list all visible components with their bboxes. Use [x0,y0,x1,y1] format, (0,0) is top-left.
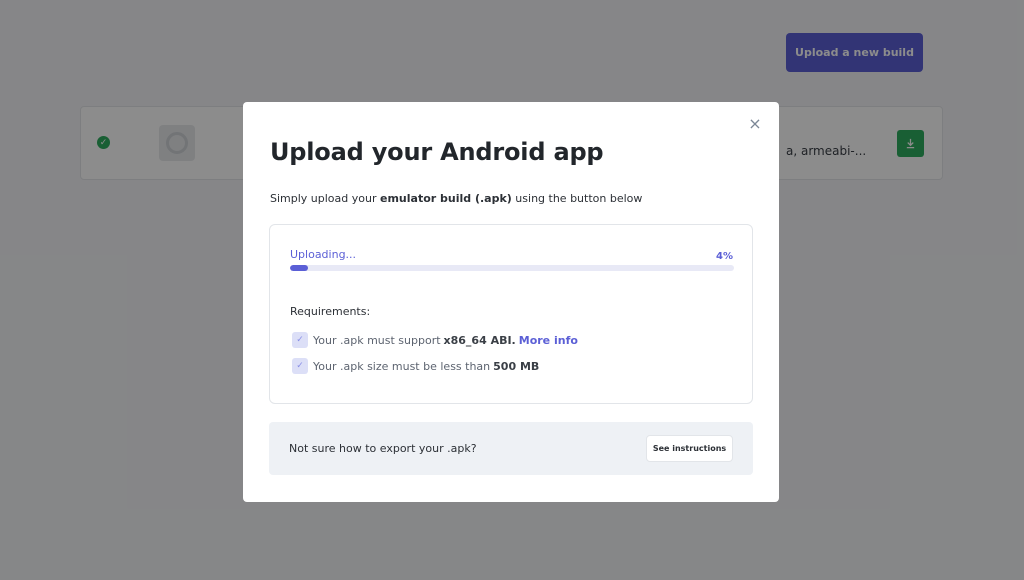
upload-modal: × Upload your Android app Simply upload … [243,102,779,502]
upload-status: Uploading... [290,248,357,261]
requirement-item: ✓ Your .apk size must be less than 500 M… [292,358,542,374]
upload-box: Uploading... 4% Requirements: ✓ Your .ap… [269,224,753,404]
upload-percent: 4% [716,251,733,262]
help-text: Not sure how to export your .apk? [289,442,477,455]
subtitle-emphasis: emulator build (.apk) [380,192,512,205]
modal-title: Upload your Android app [270,138,604,166]
checkbox-icon: ✓ [292,358,308,374]
see-instructions-button[interactable]: See instructions [646,435,733,462]
close-icon[interactable]: × [747,116,763,132]
modal-subtitle: Simply upload your emulator build (.apk)… [270,192,643,205]
checkbox-icon: ✓ [292,332,308,348]
more-info-link[interactable]: More info [519,334,578,347]
progress-fill [290,265,308,271]
help-bar: Not sure how to export your .apk? See in… [269,422,753,475]
requirement-item: ✓ Your .apk must support x86_64 ABI. Mor… [292,332,578,348]
progress-bar [290,265,734,271]
requirements-heading: Requirements: [290,305,371,318]
